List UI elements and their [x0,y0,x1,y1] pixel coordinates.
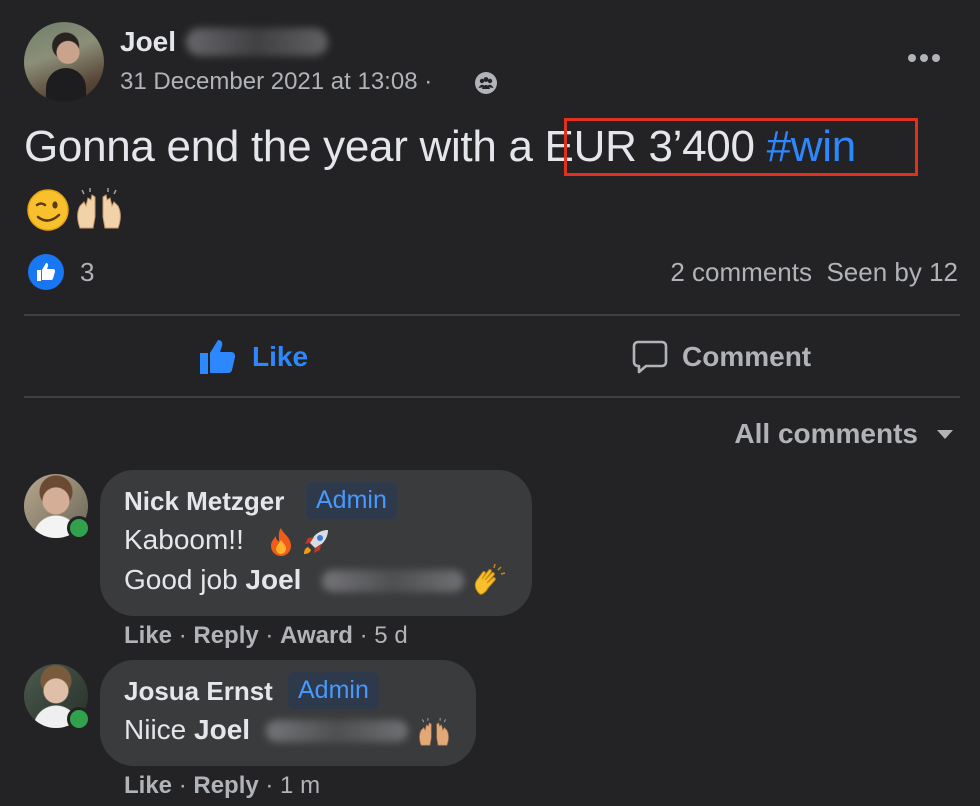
like-reaction-icon[interactable] [28,254,64,290]
redacted-surname [266,720,408,742]
author-name[interactable]: Joel [120,26,176,58]
admin-badge: Admin [288,672,379,709]
clapping-hands-emoji-icon [474,564,506,595]
like-button-label: Like [252,341,309,372]
author-avatar[interactable] [24,22,104,102]
raised-hands-emoji-icon [77,188,121,229]
comment-line: Kaboom!! [124,524,244,555]
post-timestamp[interactable]: 31 December 2021 at 13:08 · [120,68,432,96]
raised-hands-emoji-icon [419,718,449,746]
comment-award-link[interactable]: Award [280,622,353,649]
admin-badge: Admin [306,482,397,519]
comment-time: 1 m [280,772,321,799]
comment-button[interactable]: Comment [632,334,811,380]
comments-filter-label: All comments [734,418,918,449]
comment-time: 5 d [374,622,408,649]
mention-link[interactable]: Joel [194,714,250,745]
comment-text: Niice Joel [124,714,250,746]
post-text-main: Gonna end the year with a [24,122,545,171]
online-status-dot [67,516,91,540]
redacted-surname [186,28,328,56]
post-stats: 2 comments Seen by 12 [670,257,958,288]
comment-text: Kaboom!! [124,524,244,556]
commenter-name[interactable]: Nick Metzger [124,486,284,517]
post-emojis [26,188,124,232]
like-button[interactable]: Like [198,334,308,380]
fire-emoji-icon [271,528,291,556]
mention-link[interactable]: Joel [245,564,301,595]
divider [24,396,960,398]
divider [24,314,960,316]
comment-reply-link[interactable]: Reply [193,622,258,649]
comments-count-link[interactable]: 2 comments [670,257,812,287]
members-privacy-icon [475,72,497,94]
comment-actions: Like · Reply · 1 m [124,772,321,799]
caret-down-icon [937,430,953,439]
comment-line: Niice [124,714,195,745]
highlight-annotation-box [564,118,918,176]
rocket-emoji-icon [304,530,328,554]
redacted-surname [322,570,464,592]
comment-actions: Like · Reply · Award · 5 d [124,622,408,649]
comment-text: Good job Joel [124,564,301,596]
online-status-dot [67,707,91,731]
comment-bubble-icon [632,340,668,374]
comment-reply-link[interactable]: Reply [193,772,258,799]
wink-emoji-icon [27,189,69,231]
comment-line: Good job [124,564,246,595]
comment-like-link[interactable]: Like [124,622,172,649]
comment-like-link[interactable]: Like [124,772,172,799]
commenter-name[interactable]: Josua Ernst [124,676,273,707]
seen-by-link[interactable]: Seen by 12 [826,257,958,287]
more-options-icon[interactable] [906,48,942,68]
comment-button-label: Comment [682,341,812,372]
comments-filter-dropdown[interactable]: All comments [734,418,954,450]
thumbs-up-icon [200,340,236,374]
reaction-count[interactable]: 3 [80,257,94,288]
